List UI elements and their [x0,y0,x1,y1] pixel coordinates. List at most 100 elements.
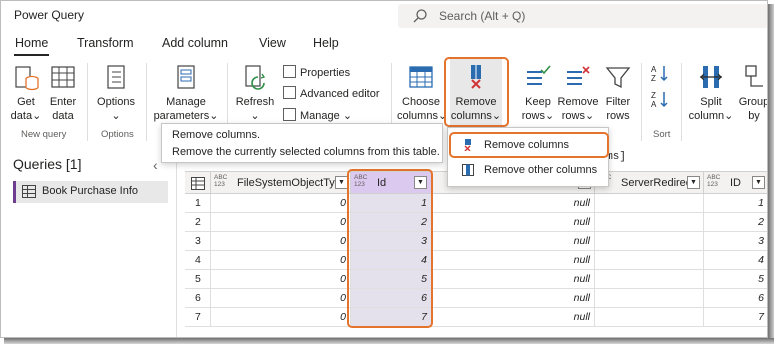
manage-parameters-button[interactable]: Manage parameters⌄ [153,59,219,129]
filter-rows-label-2: rows [606,110,630,122]
table-cell[interactable]: null [432,194,595,213]
table-cell[interactable] [595,213,704,232]
advanced-editor-label: Advanced editor [300,88,380,100]
properties-label: Properties [300,67,351,79]
properties-button[interactable]: Properties [283,65,350,79]
table-cell[interactable]: 1 [704,194,767,213]
remove-rows-label-1: Remove [557,96,599,108]
tab-add-column[interactable]: Add column [162,36,228,50]
chevron-down-icon: ⌄ [250,110,260,122]
table-cell[interactable]: null [432,308,595,327]
table-cell[interactable]: null [432,270,595,289]
filter-rows-button[interactable]: Filter rows [601,59,635,129]
remove-rows-button[interactable]: Remove rows⌄ [557,59,599,129]
table-cell[interactable]: 7 [704,308,767,327]
select-all-corner[interactable] [185,172,211,194]
table-cell[interactable]: 5 [704,270,767,289]
group-label-new-query: New query [21,129,67,140]
group-by-label-1: Group [738,96,768,108]
row-number[interactable]: 3 [185,232,211,251]
id-column-highlight [347,169,433,328]
tooltip: Remove columns. Remove the currently sel… [161,123,443,163]
table-cell[interactable]: 0 [211,232,351,251]
choose-columns-button[interactable]: Choose columns⌄ [397,59,447,129]
search-box[interactable]: Search (Alt + Q) [398,4,767,28]
table-cell[interactable]: 0 [211,213,351,232]
tab-transform[interactable]: Transform [77,36,134,50]
manage-parameters-label-1: Manage [166,96,206,108]
choose-columns-label-1: Choose [402,96,440,108]
query-item-book-purchase-info[interactable]: Book Purchase Info [13,181,168,203]
enter-data-button[interactable]: Enter data [45,59,81,129]
manage-parameters-label-2: parameters⌄ [153,110,219,122]
svg-text:Z: Z [651,74,656,83]
column-header-ID[interactable]: ABC 123 ID ▼ [704,172,767,194]
table-cell[interactable]: null [432,232,595,251]
group-by-button[interactable]: Group by [737,59,768,129]
column-header-serverredirected[interactable]: ABC123 ServerRedirec... ▼ [595,172,704,194]
group-label-sort: Sort [653,129,671,140]
table-cell[interactable] [595,232,704,251]
svg-text:A: A [651,65,657,74]
formula-bar[interactable]: tems] [593,151,767,169]
options-list-icon [102,63,130,91]
table-cell[interactable]: 0 [211,194,351,213]
search-icon [413,9,427,23]
row-number[interactable]: 2 [185,213,211,232]
tooltip-description: Remove the currently selected columns fr… [172,146,440,158]
table-cell[interactable]: 0 [211,308,351,327]
remove-rows-label-2: rows⌄ [561,110,595,122]
collapse-chevron-icon[interactable]: ‹ [153,157,158,173]
column-filter-dropdown-icon[interactable]: ▼ [687,176,700,189]
refresh-button[interactable]: Refresh ⌄ [234,59,276,129]
sort-descending-button[interactable]: Z A [648,85,672,115]
table-cell[interactable]: 6 [704,289,767,308]
row-number[interactable]: 7 [185,308,211,327]
table-cell[interactable]: null [432,213,595,232]
column-filter-dropdown-icon[interactable]: ▼ [752,176,765,189]
table-cell[interactable] [595,289,704,308]
row-number[interactable]: 4 [185,251,211,270]
split-column-button[interactable]: Split column⌄ [687,59,735,129]
get-data-label-2: data⌄ [10,110,42,122]
get-data-button[interactable]: Get data⌄ [7,59,45,129]
chevron-down-icon: ⌄ [724,110,734,122]
refresh-label: Refresh [235,96,275,108]
split-column-label-1: Split [700,96,722,108]
tab-help[interactable]: Help [313,36,339,50]
row-number[interactable]: 6 [185,289,211,308]
table-cell[interactable]: null [432,289,595,308]
group-by-icon [740,63,767,91]
remove-rows-icon [564,63,592,91]
column-header-label: ID [730,177,741,189]
table-cell[interactable] [595,270,704,289]
tab-view[interactable]: View [259,36,286,50]
table-cell[interactable] [595,194,704,213]
advanced-editor-button[interactable]: Advanced editor [283,86,380,100]
row-number[interactable]: 5 [185,270,211,289]
table-cell[interactable]: 0 [211,251,351,270]
options-button[interactable]: Options ⌄ [93,59,139,129]
table-cell[interactable]: 2 [704,213,767,232]
manage-button[interactable]: Manage ⌄ [283,108,352,122]
menu-item-remove-other-columns[interactable]: Remove other columns [452,158,606,182]
column-header-filesystemobjecttype[interactable]: ABC 123 FileSystemObjectType ▼ [211,172,351,194]
keep-rows-button[interactable]: Keep rows⌄ [519,59,557,129]
table-icon [22,185,36,198]
chevron-down-icon: ⌄ [32,110,42,122]
parameters-icon [172,63,200,91]
table-cell[interactable]: 0 [211,289,351,308]
refresh-icon [241,63,269,91]
database-icon [12,63,40,91]
table-cell[interactable] [595,308,704,327]
tab-home[interactable]: Home [13,36,50,56]
keep-rows-label-1: Keep [525,96,551,108]
table-cell[interactable]: 3 [704,232,767,251]
data-grid: ABC 123 FileSystemObjectType ▼ ABC 123 Id … [185,171,767,337]
table-cell[interactable] [595,251,704,270]
window-shadow [4,338,774,344]
table-cell[interactable]: 0 [211,270,351,289]
row-number[interactable]: 1 [185,194,211,213]
table-cell[interactable]: null [432,251,595,270]
table-cell[interactable]: 4 [704,251,767,270]
